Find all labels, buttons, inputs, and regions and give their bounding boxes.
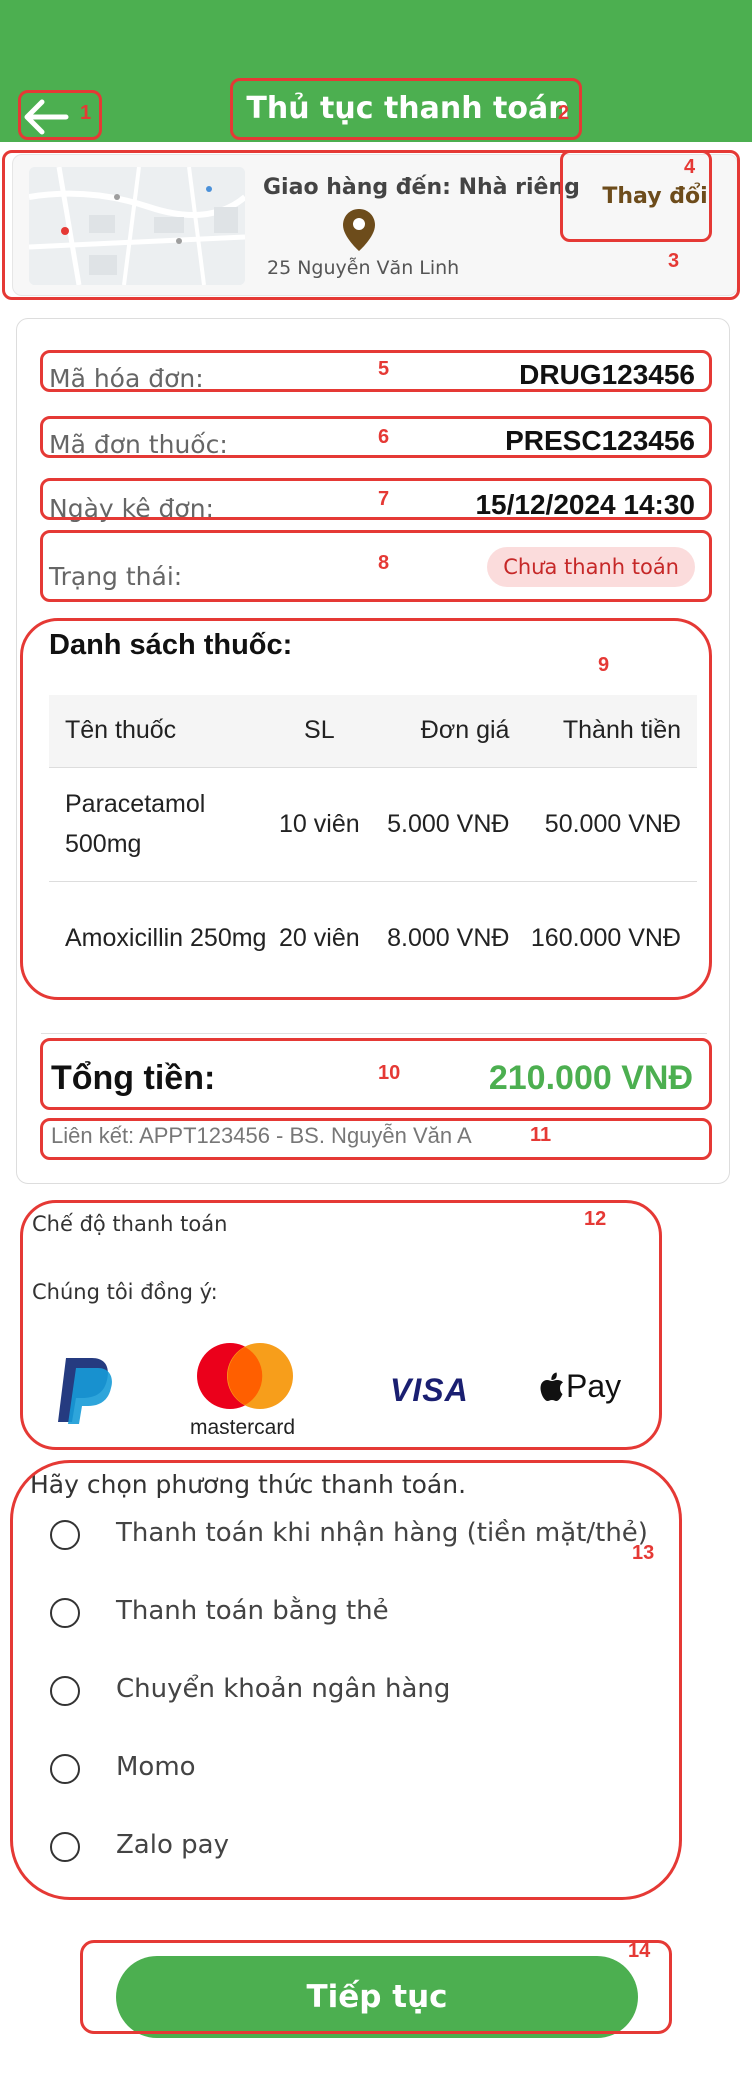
payment-option-label: Zalo pay: [116, 1830, 229, 1860]
annotation-number: 7: [378, 488, 390, 510]
header-qty: SL: [269, 695, 369, 767]
annotation-number: 3: [668, 250, 680, 272]
prescribed-date-value: 15/12/2024 14:30: [475, 489, 695, 520]
annotation-number: 9: [598, 654, 610, 676]
medicine-total: 160.000 VNĐ: [517, 880, 697, 995]
status-row: Trạng thái: Chưa thanh toán: [41, 533, 705, 605]
annotation-number: 6: [378, 426, 390, 448]
prescription-code-value: PRESC123456: [505, 425, 695, 456]
mastercard-text: mastercard: [190, 1416, 296, 1439]
prescribed-date-label: Ngày kê đơn:: [49, 494, 214, 523]
radio-button[interactable]: [50, 1520, 80, 1550]
apple-pay-text: Pay: [566, 1368, 622, 1404]
radio-button[interactable]: [50, 1676, 80, 1706]
total-value: 210.000 VNĐ: [488, 1059, 693, 1097]
header-total: Thành tiền: [517, 695, 697, 767]
payment-option-zalopay[interactable]: Zalo pay: [48, 1824, 648, 1872]
page-title: Thủ tục thanh toán: [246, 91, 570, 126]
annotation-number: 1: [80, 102, 92, 124]
medicine-price: 5.000 VNĐ: [368, 766, 518, 881]
annotation-number: 14: [628, 1940, 651, 1962]
annotation-number: 13: [632, 1542, 655, 1564]
location-pin-icon: [341, 207, 377, 257]
payment-method-title: Hãy chọn phương thức thanh toán.: [30, 1470, 467, 1499]
divider: [41, 1033, 707, 1034]
payment-option-label: Thanh toán bằng thẻ: [116, 1596, 389, 1626]
appointment-link[interactable]: Liên kết: APPT123456 - BS. Nguyễn Văn A: [51, 1123, 472, 1149]
radio-button[interactable]: [50, 1832, 80, 1862]
delivery-title: Giao hàng đến: Nhà riêng: [263, 175, 580, 200]
prescribed-date-row: Ngày kê đơn: 15/12/2024 14:30: [41, 479, 705, 523]
medicine-qty: 10 viên: [269, 766, 369, 881]
visa-logo: VISA: [390, 1372, 469, 1408]
prescription-code-row: Mã đơn thuốc: PRESC123456: [41, 415, 705, 459]
payment-mode-title: Chế độ thanh toán: [32, 1212, 228, 1236]
mastercard-logo: [196, 1340, 294, 1416]
payment-option-card[interactable]: Thanh toán bằng thẻ: [48, 1590, 648, 1638]
table-header-row: Tên thuốc SL Đơn giá Thành tiền: [49, 695, 697, 767]
annotation-number: 4: [684, 156, 696, 178]
status-badge: Chưa thanh toán: [487, 547, 695, 587]
status-label: Trạng thái:: [49, 562, 183, 591]
total-label: Tổng tiền:: [51, 1059, 216, 1097]
delivery-address: 25 Nguyễn Văn Linh: [267, 257, 460, 279]
apple-icon: [540, 1372, 563, 1401]
radio-button[interactable]: [50, 1598, 80, 1628]
annotation-number: 8: [378, 552, 390, 574]
annotation-number: 12: [584, 1208, 607, 1230]
medicine-total: 50.000 VNĐ: [517, 766, 697, 881]
map-thumbnail: [29, 167, 245, 285]
table-row: Paracetamol 500mg 10 viên 5.000 VNĐ 50.0…: [49, 766, 697, 881]
payment-option-momo[interactable]: Momo: [48, 1746, 648, 1794]
invoice-card: Mã hóa đơn: DRUG123456 Mã đơn thuốc: PRE…: [16, 318, 730, 1184]
invoice-code-label: Mã hóa đơn:: [49, 364, 204, 393]
medicine-price: 8.000 VNĐ: [368, 880, 518, 995]
medicine-table: Tên thuốc SL Đơn giá Thành tiền Paraceta…: [49, 695, 697, 995]
paypal-logo: [52, 1354, 116, 1430]
annotation-box: [20, 1200, 662, 1450]
annotation-number: 2: [558, 102, 570, 124]
medicine-qty: 20 viên: [269, 880, 369, 995]
medicine-name: Paracetamol 500mg: [49, 766, 270, 881]
change-address-button[interactable]: Thay đổi: [581, 173, 729, 221]
payment-mode-subtitle: Chúng tôi đồng ý:: [32, 1280, 218, 1304]
annotation-number: 11: [530, 1124, 552, 1146]
payment-option-cod[interactable]: Thanh toán khi nhận hàng (tiền mặt/thẻ): [48, 1512, 648, 1560]
delivery-address-card[interactable]: Giao hàng đến: Nhà riêng 25 Nguyễn Văn L…: [12, 154, 738, 296]
payment-option-label: Momo: [116, 1752, 196, 1782]
annotation-number: 10: [378, 1062, 401, 1084]
prescription-code-label: Mã đơn thuốc:: [49, 430, 228, 459]
header-price: Đơn giá: [368, 695, 518, 767]
annotation-number: 5: [378, 358, 390, 380]
continue-button[interactable]: Tiếp tục: [116, 1956, 638, 2038]
radio-button[interactable]: [50, 1754, 80, 1784]
medicine-name: Amoxicillin 250mg: [49, 880, 270, 995]
invoice-code-value: DRUG123456: [519, 359, 695, 390]
invoice-code-row: Mã hóa đơn: DRUG123456: [41, 349, 705, 393]
header-name: Tên thuốc: [49, 695, 270, 767]
payment-option-label: Thanh toán khi nhận hàng (tiền mặt/thẻ): [116, 1518, 648, 1548]
payment-option-bank-transfer[interactable]: Chuyển khoản ngân hàng: [48, 1668, 648, 1716]
payment-option-label: Chuyển khoản ngân hàng: [116, 1674, 451, 1704]
arrow-left-icon: [24, 99, 69, 135]
medicine-list-title: Danh sách thuốc:: [49, 629, 293, 661]
app-header: Thủ tục thanh toán: [0, 0, 752, 142]
table-row: Amoxicillin 250mg 20 viên 8.000 VNĐ 160.…: [49, 880, 697, 995]
